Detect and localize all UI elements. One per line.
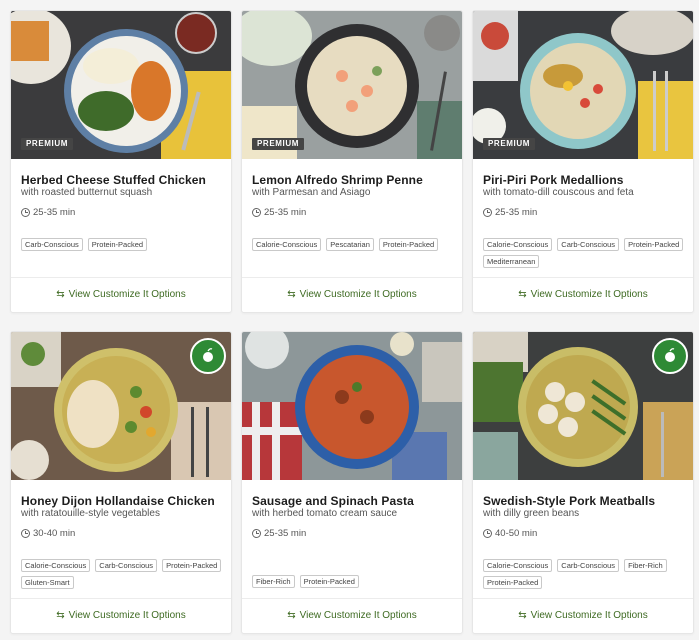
cook-time: 25-35 min — [21, 207, 75, 218]
view-customize-options-link[interactable]: ⇆ View Customize It Options — [242, 289, 462, 300]
tag: Carb-Conscious — [557, 238, 620, 251]
recipe-title[interactable]: Honey Dijon Hollandaise Chicken — [21, 494, 215, 508]
recipe-photo[interactable] — [242, 332, 462, 480]
tag: Carb-Conscious — [95, 559, 158, 572]
view-customize-options-link[interactable]: ⇆ View Customize It Options — [473, 610, 693, 621]
divider — [473, 598, 693, 599]
swap-arrows-icon: ⇆ — [287, 610, 296, 621]
tag: Protein-Packed — [624, 238, 684, 251]
cook-time: 25-35 min — [483, 207, 537, 218]
cook-time: 25-35 min — [252, 528, 306, 539]
cook-time: 25-35 min — [252, 207, 306, 218]
premium-badge: PREMIUM — [252, 138, 304, 150]
tag: Protein-Packed — [162, 559, 222, 572]
divider — [11, 277, 231, 278]
cook-time-value: 25-35 min — [264, 207, 307, 218]
recipe-card[interactable]: PREMIUM Piri-Piri Pork Medallions with t… — [472, 10, 694, 313]
recipe-photo[interactable] — [473, 332, 693, 480]
tag: Calorie-Conscious — [252, 238, 322, 251]
recipe-tags: Calorie-Conscious Pescatarian Protein-Pa… — [252, 238, 457, 251]
tag: Pescatarian — [326, 238, 374, 251]
recipe-photo[interactable]: PREMIUM — [11, 11, 231, 159]
cook-time-value: 25-35 min — [495, 207, 538, 218]
clock-icon — [483, 529, 492, 538]
recipe-card[interactable]: PREMIUM Herbed Cheese Stuffed Chicken wi… — [10, 10, 232, 313]
view-customize-options-link[interactable]: ⇆ View Customize It Options — [242, 610, 462, 621]
divider — [242, 598, 462, 599]
tag: Calorie-Conscious — [483, 559, 553, 572]
recipe-tags: Fiber-Rich Protein-Packed — [252, 575, 457, 588]
view-customize-options-link[interactable]: ⇆ View Customize It Options — [11, 610, 231, 621]
premium-badge: PREMIUM — [483, 138, 535, 150]
cook-time: 30-40 min — [21, 528, 75, 539]
recipe-photo[interactable]: PREMIUM — [473, 11, 693, 159]
tag: Protein-Packed — [87, 238, 148, 251]
divider — [473, 277, 693, 278]
clock-icon — [252, 529, 261, 538]
fresh-start-badge — [652, 338, 688, 374]
cook-time-value: 25-35 min — [264, 528, 307, 539]
recipe-subtitle: with Parmesan and Asiago — [252, 187, 371, 198]
swap-arrows-icon: ⇆ — [518, 610, 527, 621]
recipe-photo[interactable]: PREMIUM — [242, 11, 462, 159]
recipe-card[interactable]: Honey Dijon Hollandaise Chicken with rat… — [10, 331, 232, 634]
recipe-title[interactable]: Lemon Alfredo Shrimp Penne — [252, 173, 423, 187]
recipe-tags: Calorie-Conscious Carb-Conscious Protein… — [483, 238, 688, 268]
tag: Protein-Packed — [483, 576, 543, 589]
customize-label: View Customize It Options — [299, 289, 417, 300]
swap-arrows-icon: ⇆ — [56, 289, 65, 300]
tag: Carb-Conscious — [557, 559, 620, 572]
tag: Protein-Packed — [299, 575, 359, 588]
recipe-photo[interactable] — [11, 332, 231, 480]
tag: Fiber-Rich — [252, 575, 295, 588]
recipe-subtitle: with dilly green beans — [483, 508, 580, 519]
recipe-title[interactable]: Swedish-Style Pork Meatballs — [483, 494, 655, 508]
recipe-title[interactable]: Sausage and Spinach Pasta — [252, 494, 414, 508]
recipe-tags: Carb-Conscious Protein-Packed — [21, 238, 226, 251]
customize-label: View Customize It Options — [530, 289, 648, 300]
swap-arrows-icon: ⇆ — [518, 289, 527, 300]
tag: Carb-Conscious — [21, 238, 83, 251]
recipe-subtitle: with tomato-dill couscous and feta — [483, 187, 634, 198]
divider — [242, 277, 462, 278]
clock-icon — [252, 208, 261, 217]
recipe-card[interactable]: Sausage and Spinach Pasta with herbed to… — [241, 331, 463, 634]
divider — [11, 598, 231, 599]
cook-time-value: 25-35 min — [33, 207, 76, 218]
tag: Protein-Packed — [378, 238, 439, 251]
recipe-subtitle: with roasted butternut squash — [21, 187, 153, 198]
tag: Calorie-Conscious — [483, 238, 553, 251]
tag: Gluten-Smart — [21, 576, 74, 589]
recipe-card[interactable]: Swedish-Style Pork Meatballs with dilly … — [472, 331, 694, 634]
tag: Calorie-Conscious — [21, 559, 91, 572]
clock-icon — [21, 208, 30, 217]
view-customize-options-link[interactable]: ⇆ View Customize It Options — [473, 289, 693, 300]
fresh-start-badge — [190, 338, 226, 374]
recipe-grid: PREMIUM Herbed Cheese Stuffed Chicken wi… — [10, 10, 694, 634]
clock-icon — [483, 208, 492, 217]
recipe-title[interactable]: Herbed Cheese Stuffed Chicken — [21, 173, 206, 187]
cook-time-value: 40-50 min — [495, 528, 538, 539]
cook-time: 40-50 min — [483, 528, 537, 539]
recipe-title[interactable]: Piri-Piri Pork Medallions — [483, 173, 624, 187]
recipe-card[interactable]: PREMIUM Lemon Alfredo Shrimp Penne with … — [241, 10, 463, 313]
cook-time-value: 30-40 min — [33, 528, 76, 539]
recipe-subtitle: with herbed tomato cream sauce — [252, 508, 398, 519]
customize-label: View Customize It Options — [299, 610, 417, 621]
customize-label: View Customize It Options — [68, 289, 186, 300]
tag: Fiber-Rich — [624, 559, 667, 572]
premium-badge: PREMIUM — [21, 138, 73, 150]
customize-label: View Customize It Options — [68, 610, 186, 621]
recipe-subtitle: with ratatouille-style vegetables — [21, 508, 160, 519]
recipe-tags: Calorie-Conscious Carb-Conscious Fiber-R… — [483, 559, 688, 589]
view-customize-options-link[interactable]: ⇆ View Customize It Options — [11, 289, 231, 300]
customize-label: View Customize It Options — [530, 610, 648, 621]
tag: Mediterranean — [483, 255, 540, 268]
clock-icon — [21, 529, 30, 538]
swap-arrows-icon: ⇆ — [287, 289, 296, 300]
swap-arrows-icon: ⇆ — [56, 610, 65, 621]
recipe-tags: Calorie-Conscious Carb-Conscious Protein… — [21, 559, 226, 589]
